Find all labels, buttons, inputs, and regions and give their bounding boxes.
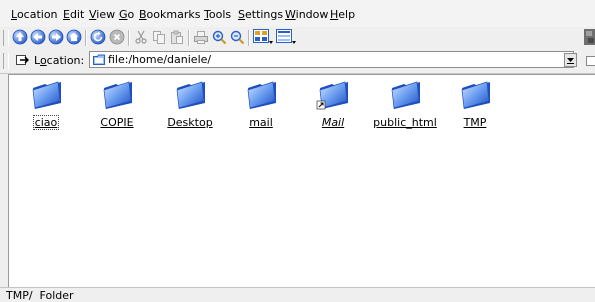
file-view[interactable]: ciao COPIE Desktop mail Mail — [8, 74, 595, 287]
up-arrow-icon[interactable] — [12, 29, 28, 45]
file-label[interactable]: Desktop — [158, 116, 222, 129]
file-item-mail-link[interactable]: Mail — [301, 79, 365, 129]
cut-icon[interactable] — [133, 29, 149, 45]
folder-icon — [244, 79, 278, 111]
file-label[interactable]: Mail — [301, 116, 365, 129]
file-item-tmp[interactable]: TMP — [443, 79, 507, 129]
icon-view-icon[interactable] — [253, 29, 273, 45]
back-arrow-icon[interactable] — [30, 29, 46, 45]
home-icon[interactable] — [66, 29, 82, 45]
file-label[interactable]: COPIE — [85, 116, 149, 129]
menu-bar: Location Edit View Go Bookmarks Tools Se… — [0, 0, 595, 27]
chevron-down-icon — [565, 54, 576, 66]
file-item-copie[interactable]: COPIE — [85, 79, 149, 129]
toolbar-grip[interactable] — [3, 30, 9, 46]
zoom-in-icon[interactable] — [211, 29, 227, 45]
location-input[interactable] — [108, 52, 548, 67]
status-text: TMP/ Folder — [6, 289, 74, 302]
folder-small-icon — [93, 54, 105, 65]
folder-icon — [388, 79, 422, 111]
menu-window[interactable]: Window — [285, 8, 328, 21]
menu-settings[interactable]: Settings — [238, 8, 283, 21]
main-toolbar — [0, 27, 595, 49]
zoom-out-icon[interactable] — [229, 29, 245, 45]
print-icon[interactable] — [193, 29, 209, 45]
forward-arrow-icon[interactable] — [48, 29, 64, 45]
clear-location-icon[interactable] — [16, 54, 30, 66]
location-label: Location: — [34, 54, 84, 67]
file-item-desktop[interactable]: Desktop — [158, 79, 222, 129]
reload-icon[interactable] — [90, 29, 106, 45]
folder-link-icon — [316, 79, 350, 111]
detail-view-icon[interactable] — [276, 29, 296, 45]
file-item-mail[interactable]: mail — [229, 79, 293, 129]
menu-help[interactable]: Help — [330, 8, 355, 21]
folder-icon — [173, 79, 207, 111]
folder-icon — [100, 79, 134, 111]
location-bar-grip[interactable] — [3, 53, 9, 69]
menu-location[interactable]: Location — [11, 8, 58, 21]
folder-icon — [29, 79, 63, 111]
location-dropdown[interactable] — [564, 53, 577, 67]
location-field[interactable] — [89, 51, 574, 68]
menu-edit[interactable]: Edit — [63, 8, 84, 21]
menu-bookmarks[interactable]: Bookmarks — [139, 8, 200, 21]
file-label[interactable]: ciao — [34, 116, 58, 129]
paste-icon[interactable] — [169, 29, 185, 45]
folder-icon — [458, 79, 492, 111]
menu-go[interactable]: Go — [119, 8, 134, 21]
menu-view[interactable]: View — [89, 8, 115, 21]
copy-icon[interactable] — [151, 29, 167, 45]
status-bar: TMP/ Folder — [0, 287, 595, 301]
file-item-public-html[interactable]: public_html — [373, 79, 437, 129]
location-bar: Location: — [0, 49, 595, 74]
file-label[interactable]: mail — [229, 116, 293, 129]
file-label[interactable]: TMP — [443, 116, 507, 129]
file-item-ciao[interactable]: ciao — [14, 79, 78, 129]
menu-tools[interactable]: Tools — [204, 8, 231, 21]
file-label[interactable]: public_html — [373, 116, 437, 129]
throbber-icon — [584, 29, 595, 45]
stop-icon[interactable] — [109, 29, 125, 45]
go-icon[interactable] — [585, 54, 595, 68]
